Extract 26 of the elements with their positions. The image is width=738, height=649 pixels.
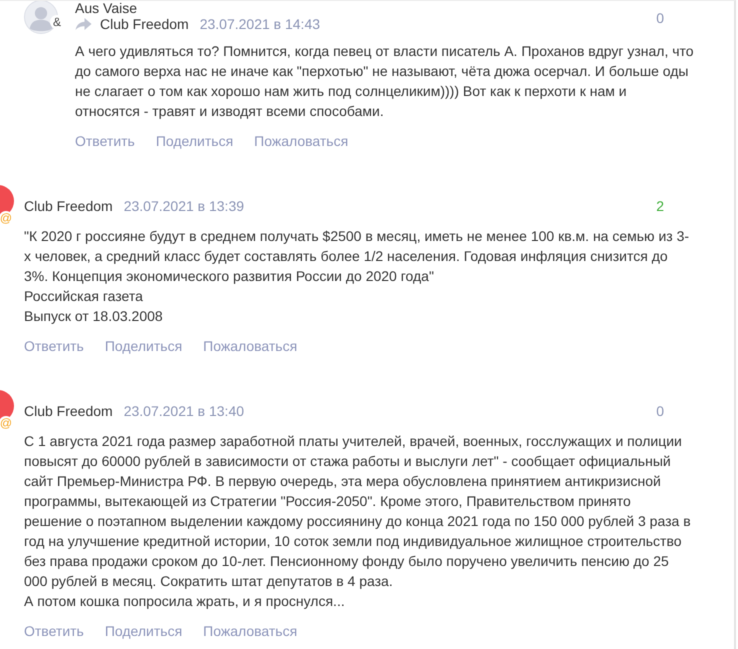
comment-text: А чего удивляться то? Помнится, когда певец от власти писатель А. Проханов вдруг узнал, что до самого верха нас не иначе как "перхотью" не называют, чёта дюжа осерчал. И больше оды не слагает о том как хорошо нам жить под солнцеликим)))) Вот как к перхоти к нам и относятся - травят и изводят всеми способами. (75, 42, 694, 121)
report-link[interactable]: Пожаловаться (254, 131, 348, 151)
comment-score: 0 (656, 403, 664, 419)
author-name[interactable]: Club Freedom (24, 401, 113, 421)
reply-link[interactable]: Ответить (24, 336, 84, 356)
comment-date[interactable]: 23.07.2021 в 13:39 (124, 196, 244, 216)
comment-text: С 1 августа 2021 года размер заработной платы учителей, врачей, военных, госслужащих и полиции повысят до 60000 рублей в зависимости от стажа работы и выслуги лет" - сообщает официальный сайт Премьер-Министра РФ. В первую очередь, эта мера обусловлена принятием антикризисной программы, вытекающей из Стратегии "Россия-2050". Кроме этого, Правительством принято решение о поэтапном выделении каждому россиянину до конца 2021 года по 150 000 рублей 3 раза в год на улучшение кредитной истории, 10 соток земли под индивидуальное жилищное строительство без права продажи сроком до 10-лет. Пенсионному фонду было поручено увеличить пенсию до 25 000 рублей в месяц. Сократить штат депутатов в 4 раза. А потом кошка попросила жрать, и я проснулся... (24, 432, 691, 611)
reply-link[interactable]: Ответить (24, 621, 84, 641)
avatar-badge: & (50, 15, 64, 29)
report-link[interactable]: Пожаловаться (203, 621, 298, 641)
comment-score: 0 (656, 10, 664, 26)
share-link[interactable]: Поделиться (156, 131, 234, 151)
reply-to-name[interactable]: Club Freedom (100, 14, 189, 34)
reply-arrow-icon (75, 18, 92, 30)
share-link[interactable]: Поделиться (104, 621, 182, 641)
reply-link[interactable]: Ответить (75, 131, 135, 151)
share-link[interactable]: Поделиться (104, 336, 182, 356)
avatar-badge: @ (0, 211, 13, 225)
comment-score: 2 (656, 198, 664, 214)
author-name[interactable]: Club Freedom (24, 196, 113, 216)
comment-date[interactable]: 23.07.2021 в 13:40 (124, 401, 244, 421)
comment-text: "К 2020 г россияне будут в среднем получать $2500 в месяц, иметь не менее 100 кв.м. на семью из 3-х человек, а средний класс будет составлять более 1/2 населения. Годовая инфляция снизится до 3%. Концепция экономического развития России до 2020 года" Российская газета Выпуск от 18.03.2008 (24, 227, 690, 326)
author-name[interactable]: Aus Vaise (75, 1, 320, 15)
comment-date[interactable]: 23.07.2021 в 14:43 (200, 14, 320, 34)
avatar-badge: @ (0, 416, 13, 430)
report-link[interactable]: Пожаловаться (203, 336, 298, 356)
